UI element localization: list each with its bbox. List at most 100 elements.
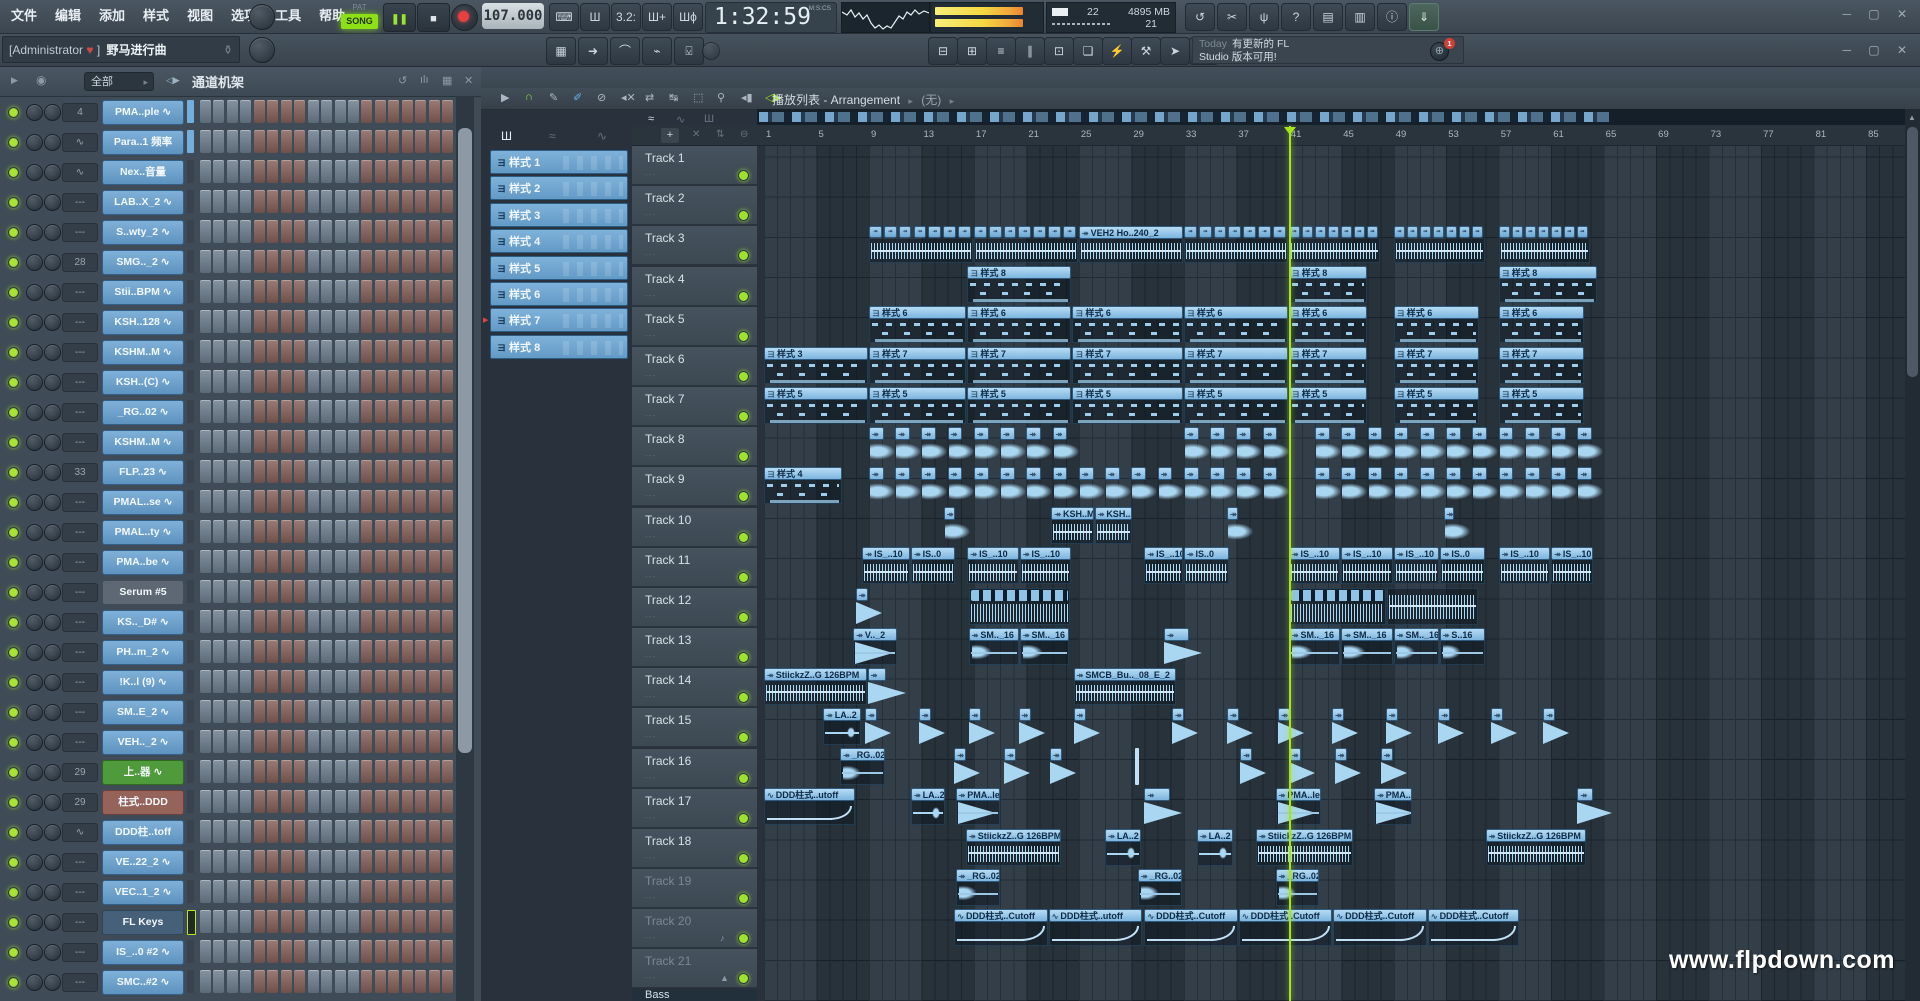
step-cell[interactable] xyxy=(254,460,265,483)
step-cell[interactable] xyxy=(227,100,238,123)
channel-rack-icon[interactable]: ≡ xyxy=(986,37,1016,65)
step-cell[interactable] xyxy=(388,940,399,963)
master-pitch-knob[interactable] xyxy=(249,37,275,63)
step-cell[interactable] xyxy=(281,460,292,483)
step-cell[interactable] xyxy=(227,460,238,483)
step-cell[interactable] xyxy=(267,940,278,963)
step-cell[interactable] xyxy=(213,790,224,813)
audio-clip[interactable]: ↠ xyxy=(1368,427,1383,465)
step-cell[interactable] xyxy=(308,550,319,573)
automation-clip[interactable]: ∿DDD柱式..Cutoff xyxy=(1144,909,1237,947)
stutter-cell[interactable]: ↠ xyxy=(1394,226,1405,238)
channel-indicator[interactable] xyxy=(187,190,194,213)
step-cell[interactable] xyxy=(254,220,265,243)
step-cell[interactable] xyxy=(361,850,372,873)
step-cell[interactable] xyxy=(294,700,305,723)
step-cell[interactable] xyxy=(254,160,265,183)
step-cell[interactable] xyxy=(348,640,359,663)
automation-clip[interactable]: ∿DDD柱式..utoff xyxy=(1049,909,1142,947)
step-cell[interactable] xyxy=(200,820,211,843)
step-cell[interactable] xyxy=(200,130,211,153)
pattern-clip[interactable]: ヨ样式 5 xyxy=(1499,387,1585,425)
channel-mixer-target[interactable]: --- xyxy=(62,193,98,212)
step-cell[interactable] xyxy=(227,970,238,993)
picker-pattern-8[interactable]: ヨ样式 8 xyxy=(490,335,628,359)
step-cell[interactable] xyxy=(321,760,332,783)
step-cell[interactable] xyxy=(213,940,224,963)
step-cell[interactable] xyxy=(361,280,372,303)
stutter-cell[interactable]: ↠ xyxy=(1048,226,1061,238)
pattern-clip[interactable]: ヨ样式 6 xyxy=(1499,306,1585,344)
channel-pan-knob[interactable] xyxy=(26,554,43,571)
step-cell[interactable] xyxy=(281,220,292,243)
automation-clip[interactable]: ∿DDD柱式..utoff xyxy=(764,788,855,826)
step-cell[interactable] xyxy=(308,130,319,153)
step-cell[interactable] xyxy=(267,820,278,843)
channel-indicator[interactable] xyxy=(187,280,194,303)
track-header-11[interactable]: Track 11--- xyxy=(632,548,757,587)
step-cell[interactable] xyxy=(254,490,265,513)
step-cell[interactable] xyxy=(267,850,278,873)
step-cell[interactable] xyxy=(267,700,278,723)
channel-pan-knob[interactable] xyxy=(26,524,43,541)
step-cell[interactable] xyxy=(388,310,399,333)
channel-button[interactable]: Serum #5 xyxy=(102,580,184,605)
step-cell[interactable] xyxy=(227,130,238,153)
step-cell[interactable] xyxy=(294,790,305,813)
audio-clip[interactable]: ↠ xyxy=(1236,427,1251,465)
step-cell[interactable] xyxy=(227,760,238,783)
step-cell[interactable] xyxy=(308,400,319,423)
draw-pencil-icon[interactable]: ✎ xyxy=(549,91,558,104)
stutter-cell[interactable]: ↠ xyxy=(1433,226,1444,238)
step-cell[interactable] xyxy=(348,460,359,483)
channel-button[interactable]: IS_..0 #2 ∿ xyxy=(102,940,184,965)
step-cell[interactable] xyxy=(429,910,440,933)
step-cell[interactable] xyxy=(321,190,332,213)
step-cell[interactable] xyxy=(294,370,305,393)
step-cell[interactable] xyxy=(402,430,413,453)
step-cell[interactable] xyxy=(281,700,292,723)
step-cell[interactable] xyxy=(227,550,238,573)
pattern-clip[interactable]: ヨ样式 6 xyxy=(1072,306,1183,344)
step-cell[interactable] xyxy=(240,670,251,693)
hint-knob[interactable] xyxy=(249,4,275,30)
step-cell[interactable] xyxy=(281,790,292,813)
delete-tool-icon[interactable]: ⊘ xyxy=(597,91,606,104)
channel-led[interactable] xyxy=(8,407,19,418)
audio-clip[interactable]: ↠ xyxy=(1210,427,1225,465)
step-cell[interactable] xyxy=(294,520,305,543)
step-cell[interactable] xyxy=(402,790,413,813)
step-cell[interactable] xyxy=(429,250,440,273)
channel-mixer-target[interactable]: ∿ xyxy=(62,133,98,152)
channel-led[interactable] xyxy=(8,737,19,748)
piano-roll-icon[interactable]: ⊞ xyxy=(957,37,987,65)
step-cell[interactable] xyxy=(429,610,440,633)
step-cell[interactable] xyxy=(308,580,319,603)
step-cell[interactable] xyxy=(335,280,346,303)
step-cell[interactable] xyxy=(402,370,413,393)
channel-button[interactable]: KSHM..M ∿ xyxy=(102,340,184,365)
step-cell[interactable] xyxy=(213,190,224,213)
track-mute-led[interactable] xyxy=(738,893,749,904)
picker-pattern-5[interactable]: ヨ样式 5 xyxy=(490,256,628,280)
step-cell[interactable] xyxy=(335,970,346,993)
step-cell[interactable] xyxy=(213,130,224,153)
audio-clip[interactable]: ↠ xyxy=(1236,467,1251,505)
pattern-clip[interactable]: ヨ样式 7 xyxy=(967,347,1071,385)
step-cell[interactable] xyxy=(335,310,346,333)
step-cell[interactable] xyxy=(375,250,386,273)
step-cell[interactable] xyxy=(402,670,413,693)
step-cell[interactable] xyxy=(375,460,386,483)
channel-mixer-target[interactable]: --- xyxy=(62,673,98,692)
step-cell[interactable] xyxy=(321,400,332,423)
tools-icon[interactable]: ⚒ xyxy=(1131,37,1161,65)
step-cell[interactable] xyxy=(335,430,346,453)
step-cell[interactable] xyxy=(227,910,238,933)
step-cell[interactable] xyxy=(388,880,399,903)
step-cell[interactable] xyxy=(294,550,305,573)
step-cell[interactable] xyxy=(402,340,413,363)
step-cell[interactable] xyxy=(240,880,251,903)
step-cell[interactable] xyxy=(227,730,238,753)
step-cell[interactable] xyxy=(267,250,278,273)
channel-button[interactable]: FLP..23 ∿ xyxy=(102,460,184,485)
